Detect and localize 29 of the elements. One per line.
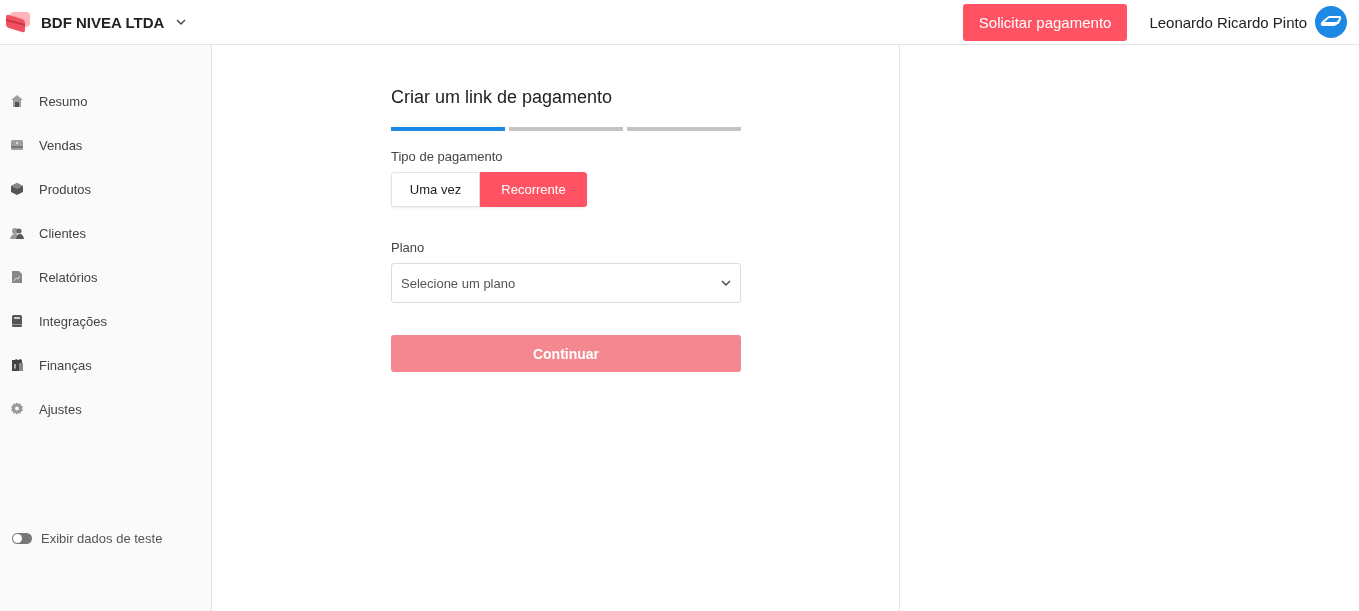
money-bag-icon	[10, 358, 24, 372]
chevron-down-icon[interactable]	[176, 19, 187, 25]
user-name[interactable]: Leonardo Ricardo Pinto	[1149, 13, 1307, 31]
sidebar-item[interactable]: Finanças	[0, 343, 211, 387]
card-logo-icon	[5, 11, 31, 33]
chevron-down-icon	[721, 280, 731, 286]
people-icon	[10, 226, 24, 240]
sidebar-item[interactable]: Relatórios	[0, 255, 211, 299]
sidebar-item[interactable]: Vendas	[0, 123, 211, 167]
form-title: Criar um link de pagamento	[391, 86, 614, 108]
document-chart-icon	[10, 270, 24, 284]
avatar-icon[interactable]	[1315, 6, 1347, 38]
field-label: Plano	[391, 240, 426, 255]
sidebar-item[interactable]: Clientes	[0, 211, 211, 255]
sidebar-item[interactable]: Resumo	[0, 79, 211, 123]
toggle-switch[interactable]	[12, 533, 32, 544]
segment-option[interactable]: Uma vez	[391, 172, 480, 207]
field-label: Tipo de pagamento	[391, 149, 504, 164]
sidebar-item[interactable]: Ajustes	[0, 387, 211, 431]
company-name: BDF NIVEA LTDA	[41, 13, 165, 31]
cube-icon	[10, 182, 24, 196]
house-icon	[10, 94, 24, 108]
toggle-label: Exibir dados de teste	[41, 531, 163, 546]
book-icon	[10, 314, 24, 328]
sidebar-item[interactable]: Integrações	[0, 299, 211, 343]
cash-icon	[10, 138, 24, 152]
settings-icon	[10, 402, 24, 416]
sidebar-item[interactable]: Produtos	[0, 167, 211, 211]
plan-select[interactable]: Selecione um plano	[391, 263, 741, 303]
